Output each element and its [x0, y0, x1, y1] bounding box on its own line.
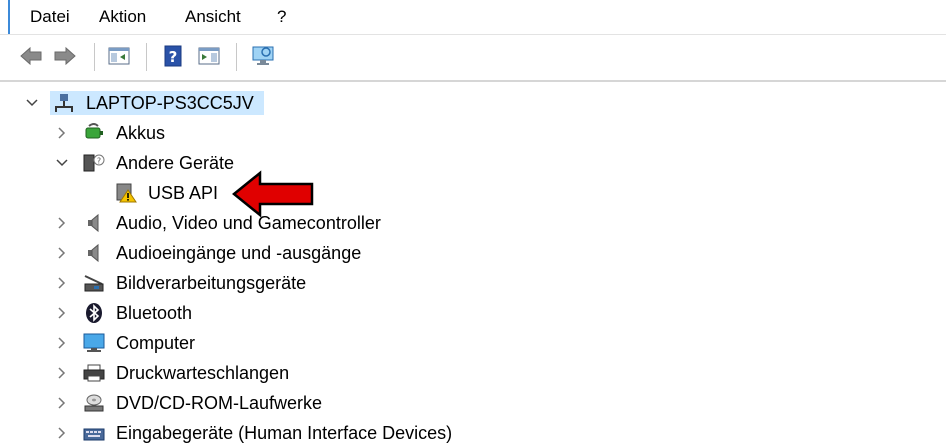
chevron-right-icon[interactable] [52, 388, 72, 418]
chevron-right-icon[interactable] [52, 238, 72, 268]
category-label: Akkus [116, 123, 166, 143]
scanner-icon [82, 272, 106, 294]
show-hide-console-tree-button[interactable] [106, 43, 132, 69]
category-label: Computer [116, 333, 196, 353]
printer-icon [82, 362, 106, 384]
menu-datei[interactable]: Datei [28, 7, 72, 27]
menu-help[interactable]: ? [275, 7, 288, 27]
monitor-icon [82, 332, 106, 354]
back-arrow-icon [20, 46, 42, 66]
back-button[interactable] [18, 43, 44, 69]
toolbar-separator [236, 43, 237, 71]
category-label: Bluetooth [116, 303, 193, 323]
category-label: Druckwarteschlangen [116, 363, 290, 383]
bluetooth-icon [82, 302, 106, 324]
unknown-device-icon: ? [82, 152, 106, 174]
chevron-right-icon[interactable] [52, 298, 72, 328]
red-arrow-annotation [232, 170, 314, 218]
chevron-down-icon[interactable] [22, 88, 42, 118]
category-label: Bildverarbeitungsgeräte [116, 273, 307, 293]
category-audio-video[interactable]: Audio, Video und Gamecontroller [0, 208, 946, 238]
battery-icon [82, 122, 106, 144]
category-computer[interactable]: Computer [0, 328, 946, 358]
show-hide-console-tree-icon [108, 47, 130, 65]
category-label: DVD/CD-ROM-Laufwerke [116, 393, 323, 413]
toolbar-separator [94, 43, 95, 71]
category-akkus[interactable]: Akkus [0, 118, 946, 148]
category-label: Andere Geräte [116, 153, 235, 173]
monitor-icon [252, 46, 274, 65]
pane-divider [0, 80, 946, 82]
computer-network-icon [52, 92, 76, 114]
window-edge [8, 0, 10, 34]
toolbar-separator [146, 43, 147, 71]
chevron-right-icon[interactable] [52, 118, 72, 148]
speaker-icon [82, 212, 106, 234]
chevron-right-icon[interactable] [52, 208, 72, 238]
category-imaging[interactable]: Bildverarbeitungsgeräte [0, 268, 946, 298]
category-label: Eingabegeräte (Human Interface Devices) [116, 423, 453, 443]
speaker-icon [82, 242, 106, 264]
toolbar: ? [0, 34, 946, 81]
scan-hardware-button[interactable] [250, 43, 276, 69]
menu-bar: Datei Aktion Ansicht ? [0, 0, 946, 34]
help-icon: ? [164, 45, 182, 67]
category-bluetooth[interactable]: Bluetooth [0, 298, 946, 328]
action-pane-button[interactable] [196, 43, 222, 69]
svg-text:?: ? [97, 157, 101, 166]
action-pane-icon [198, 47, 220, 65]
chevron-right-icon[interactable] [52, 358, 72, 388]
device-tree: LAPTOP-PS3CC5JV Akkus ? Andere Geräte US… [0, 84, 946, 444]
device-usb-api[interactable]: USB API [0, 178, 946, 208]
warning-device-icon [114, 182, 138, 204]
category-label: Audioeingänge und -ausgänge [116, 243, 362, 263]
chevron-down-icon[interactable] [52, 148, 72, 178]
category-print-queues[interactable]: Druckwarteschlangen [0, 358, 946, 388]
root-label: LAPTOP-PS3CC5JV [86, 93, 254, 113]
forward-arrow-icon [54, 46, 76, 66]
menu-aktion[interactable]: Aktion [97, 7, 148, 27]
tree-root[interactable]: LAPTOP-PS3CC5JV [0, 88, 946, 118]
category-audio-io[interactable]: Audioeingänge und -ausgänge [0, 238, 946, 268]
chevron-right-icon[interactable] [52, 328, 72, 358]
help-button[interactable]: ? [160, 43, 186, 69]
menu-ansicht[interactable]: Ansicht [183, 7, 243, 27]
optical-drive-icon [82, 392, 106, 414]
svg-text:?: ? [169, 48, 178, 66]
device-label: USB API [148, 183, 219, 203]
category-dvd-cd[interactable]: DVD/CD-ROM-Laufwerke [0, 388, 946, 418]
keyboard-icon [82, 422, 106, 444]
forward-button[interactable] [52, 43, 78, 69]
category-andere-geraete[interactable]: ? Andere Geräte [0, 148, 946, 178]
chevron-right-icon[interactable] [52, 268, 72, 298]
